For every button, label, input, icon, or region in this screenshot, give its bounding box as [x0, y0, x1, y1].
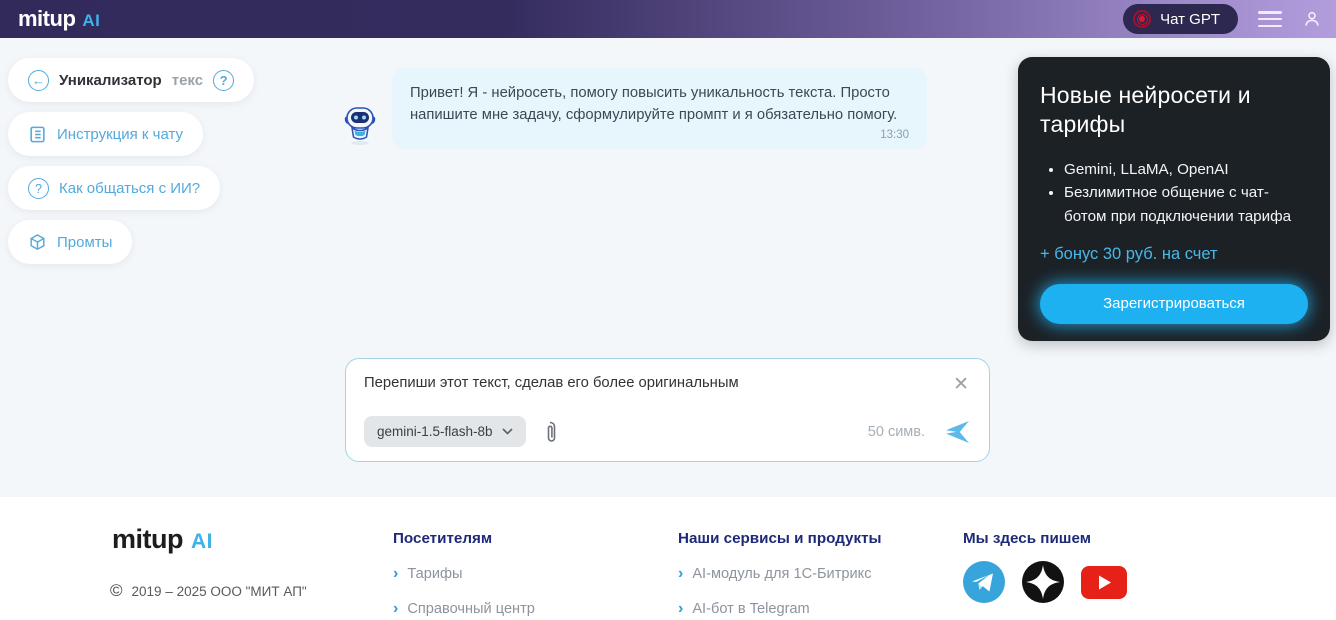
paperclip-icon: [547, 421, 555, 442]
chevron-down-icon: [501, 428, 513, 435]
back-arrow-icon[interactable]: ←: [28, 69, 49, 91]
sidebar-unikalizator-label: Уникализатор: [59, 71, 162, 89]
message-composer: ✕ gemini-1.5-flash-8b 50 симв.: [345, 358, 990, 462]
main-area: ← Уникализатор текс ? Инструкция к чату …: [0, 38, 1336, 497]
chevron-right-icon: ›: [393, 600, 399, 617]
question-circle-icon: ?: [28, 177, 49, 199]
sidebar-item-label: Инструкция к чату: [57, 125, 184, 143]
bonus-link[interactable]: + бонус 30 руб. на счет: [1040, 245, 1218, 264]
bot-message-text: Привет! Я - нейросеть, помогу повысить у…: [410, 85, 898, 123]
sidebar-unikalizator-truncated: текс: [171, 71, 204, 89]
promo-bullet: Безлимитное общение с чат-ботом при подк…: [1064, 181, 1308, 228]
prompt-input[interactable]: [364, 375, 952, 391]
char-counter: 50 симв.: [867, 423, 925, 440]
logo-brand: mitup: [18, 6, 76, 31]
copyright: © 2019 – 2025 ООО "МИТ АП": [110, 581, 307, 601]
footer-column-heading: Наши сервисы и продукты: [678, 530, 882, 547]
footer-logo[interactable]: mitup AI: [112, 524, 213, 555]
footer: mitup AI © 2019 – 2025 ООО "МИТ АП" Посе…: [0, 497, 1336, 620]
help-question-icon[interactable]: ?: [213, 69, 235, 91]
sidebar-item-how-to-talk[interactable]: ? Как общаться с ИИ?: [8, 166, 221, 210]
page: mitup AI Чат GPT ← Уникализатор текс ? И…: [0, 0, 1336, 620]
send-arrow-icon: [946, 420, 969, 443]
promo-feature-list: Gemini, LLaMA, OpenAI Безлимитное общени…: [1064, 158, 1308, 229]
clear-input-button[interactable]: ✕: [951, 375, 971, 394]
footer-logo-brand: mitup: [112, 524, 184, 554]
bot-message-bubble: Привет! Я - нейросеть, помогу повысить у…: [392, 68, 927, 149]
footer-column-heading: Посетителям: [393, 530, 493, 547]
model-selector[interactable]: gemini-1.5-flash-8b: [364, 416, 526, 447]
cube-icon: [28, 233, 47, 252]
user-profile-icon[interactable]: [1302, 9, 1322, 29]
footer-link-label: AI-бот в Telegram: [692, 601, 810, 617]
youtube-icon[interactable]: [1081, 565, 1127, 599]
sidebar-item-prompts[interactable]: Промты: [8, 220, 133, 264]
promo-title: Новые нейросети и тарифы: [1040, 82, 1251, 138]
sidebar-item-label: Как общаться с ИИ?: [59, 179, 201, 197]
chevron-right-icon: ›: [678, 565, 684, 582]
footer-link-label: AI-модуль для 1С-Битрикс: [692, 566, 872, 582]
navbar: mitup AI Чат GPT: [0, 0, 1336, 38]
copyright-text: 2019 – 2025 ООО "МИТ АП": [131, 583, 307, 599]
footer-link-tariffs[interactable]: › Тарифы: [393, 565, 535, 583]
footer-column-social: Мы здесь пишем: [963, 530, 1127, 603]
instruction-list-icon: [28, 125, 47, 144]
logo[interactable]: mitup AI: [18, 6, 100, 32]
chevron-right-icon: ›: [678, 600, 684, 617]
footer-link-help-center[interactable]: › Справочный центр: [393, 600, 535, 618]
logo-suffix: AI: [82, 11, 101, 30]
sidebar-item-instruction[interactable]: Инструкция к чату: [8, 112, 204, 156]
register-button[interactable]: Зарегистрироваться: [1040, 283, 1308, 324]
footer-column-heading: Мы здесь пишем: [963, 530, 1091, 547]
model-name: gemini-1.5-flash-8b: [377, 424, 493, 439]
record-target-icon: [1133, 10, 1152, 28]
footer-column-products: Наши сервисы и продукты › AI-модуль для …: [678, 530, 881, 617]
footer-link-label: Справочный центр: [407, 601, 535, 617]
footer-link-bitrix-module[interactable]: › AI-модуль для 1С-Битрикс: [678, 565, 881, 583]
dzen-icon[interactable]: [1022, 561, 1064, 603]
footer-link-label: Тарифы: [407, 566, 463, 582]
send-button[interactable]: [945, 420, 971, 443]
chat-gpt-button[interactable]: Чат GPT: [1123, 4, 1238, 34]
hamburger-menu-icon[interactable]: [1258, 11, 1282, 27]
promo-card: Новые нейросети и тарифы Gemini, LLaMA, …: [1018, 57, 1330, 341]
footer-link-telegram-bot[interactable]: › AI-бот в Telegram: [678, 600, 881, 618]
sidebar-item-unikalizator[interactable]: ← Уникализатор текс ?: [8, 58, 255, 102]
promo-bullet: Gemini, LLaMA, OpenAI: [1064, 158, 1308, 182]
sidebar-item-label: Промты: [57, 233, 113, 251]
footer-logo-suffix: AI: [191, 530, 213, 553]
chat-gpt-label: Чат GPT: [1160, 10, 1220, 28]
attach-file-button[interactable]: [542, 420, 558, 444]
chevron-right-icon: ›: [393, 565, 399, 582]
bot-avatar: [341, 102, 379, 151]
telegram-icon[interactable]: [963, 561, 1005, 603]
copyright-icon: ©: [110, 581, 123, 600]
message-timestamp: 13:30: [880, 128, 909, 141]
footer-column-visitors: Посетителям › Тарифы › Справочный центр: [393, 530, 535, 617]
